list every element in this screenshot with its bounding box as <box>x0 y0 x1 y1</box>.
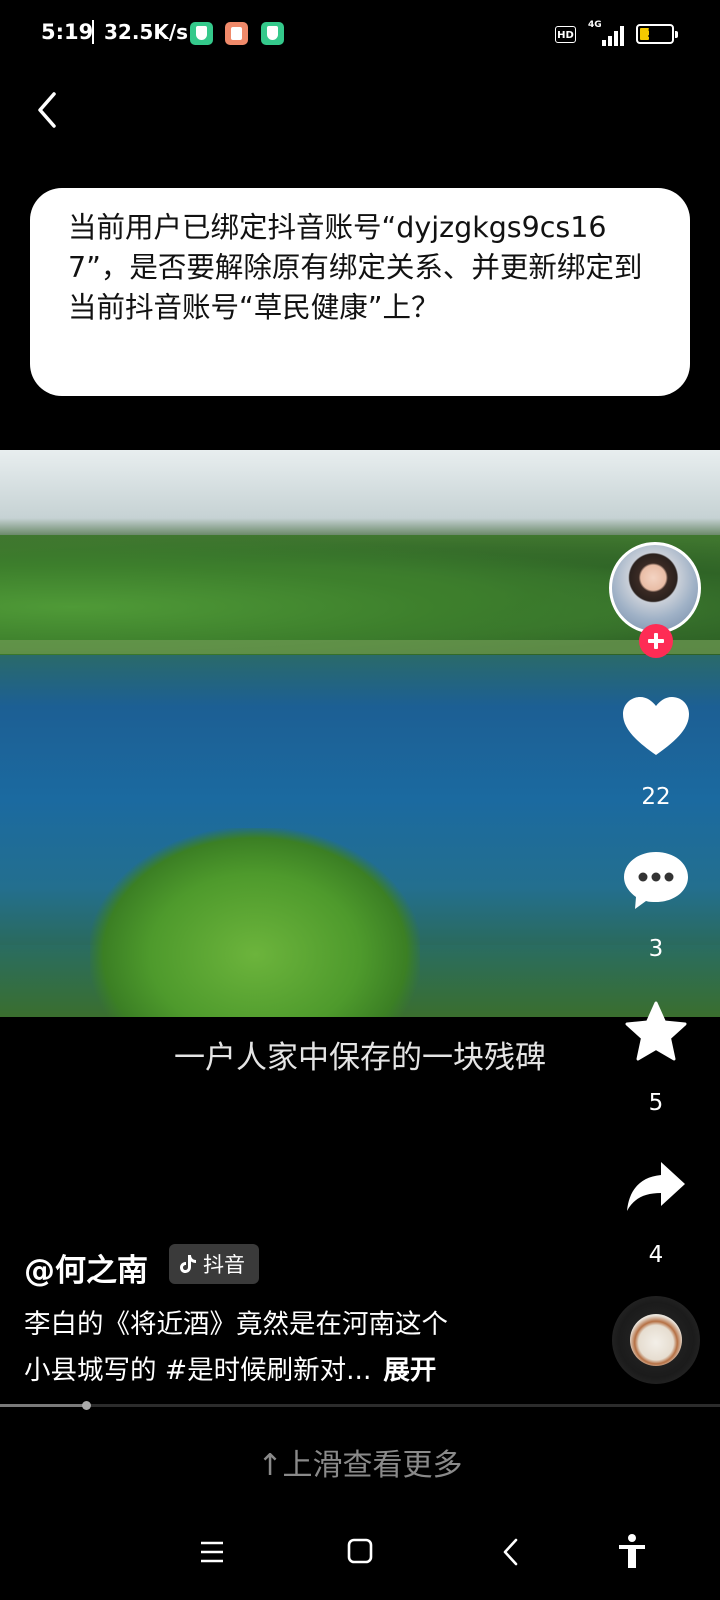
shield-icon <box>261 22 284 45</box>
signal-icon: 4G <box>588 20 626 46</box>
platform-tag[interactable]: 抖音 <box>169 1244 259 1284</box>
like-count: 22 <box>641 784 671 810</box>
status-divider <box>92 20 94 44</box>
system-back-button[interactable] <box>488 1530 536 1574</box>
heart-icon <box>623 697 689 755</box>
star-icon <box>625 1001 687 1061</box>
favorite-count: 5 <box>648 1090 664 1116</box>
comment-icon <box>624 852 688 909</box>
playback-progress[interactable] <box>0 1401 720 1410</box>
favorite-button[interactable] <box>612 1000 700 1064</box>
platform-tag-label: 抖音 <box>203 1253 245 1277</box>
menu-button[interactable] <box>188 1530 236 1574</box>
author-name[interactable]: @何之南 <box>24 1245 148 1290</box>
progress-handle[interactable] <box>82 1401 92 1410</box>
clipboard-icon <box>225 22 248 45</box>
share-button[interactable] <box>612 1158 700 1216</box>
accessibility-icon <box>619 1534 645 1568</box>
battery-icon: 31 <box>636 24 678 44</box>
shield-icon <box>190 22 213 45</box>
share-count: 4 <box>648 1242 664 1268</box>
back-chevron-icon <box>503 1538 518 1566</box>
dialog-message: 当前用户已绑定抖音账号“dyjzgkgs9cs167”，是否要解除原有绑定关系、… <box>68 211 643 324</box>
like-button[interactable] <box>612 695 700 759</box>
comment-button[interactable] <box>612 848 700 912</box>
back-button[interactable] <box>26 84 74 132</box>
menu-icon <box>201 1541 223 1563</box>
status-bar: 5:19 32.5K/s HD 4G 31 <box>0 0 720 70</box>
expand-button[interactable]: 展开 <box>383 1355 436 1386</box>
status-time: 5:19 <box>41 20 94 44</box>
music-disc[interactable] <box>612 1296 700 1384</box>
home-square-icon <box>347 1538 373 1564</box>
comment-count: 3 <box>648 936 664 962</box>
caption-text: 小县城写的 #是时候刷新对... <box>24 1355 372 1386</box>
home-button[interactable] <box>336 1530 384 1574</box>
accessibility-button[interactable] <box>608 1530 656 1574</box>
swipe-up-hint[interactable]: ↑上滑查看更多 <box>0 1440 720 1484</box>
share-arrow-icon <box>627 1162 685 1211</box>
bind-account-dialog[interactable]: 当前用户已绑定抖音账号“dyjzgkgs9cs167”，是否要解除原有绑定关系、… <box>30 188 690 396</box>
tiktok-logo-icon <box>180 1255 196 1273</box>
follow-button[interactable] <box>639 624 673 658</box>
status-net-speed: 32.5K/s <box>104 20 189 44</box>
progress-fill <box>0 1404 87 1407</box>
music-cover <box>630 1314 682 1366</box>
chevron-left-icon <box>38 92 56 128</box>
author-avatar[interactable] <box>609 542 701 634</box>
caption-line-1: 李白的《将近酒》竟然是在河南这个 <box>24 1309 448 1340</box>
caption-line-2: 小县城写的 #是时候刷新对... 展开 <box>24 1348 436 1387</box>
hd-badge: HD <box>555 26 576 43</box>
network-type: 4G <box>588 20 602 30</box>
battery-level-text: 31 <box>647 27 663 40</box>
